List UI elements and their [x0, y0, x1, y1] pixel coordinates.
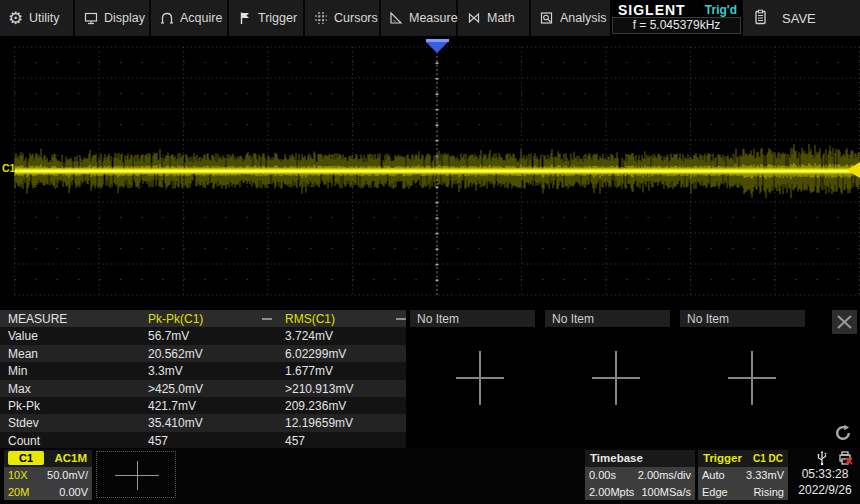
display-icon	[83, 10, 98, 27]
measure-column-rms[interactable]: RMS(C1)	[285, 312, 335, 326]
measure-column-pkpk[interactable]: Pk-Pk(C1)	[148, 312, 203, 326]
measure-row-mean: Mean20.562mV6.02299mV	[0, 345, 406, 362]
usb-icon	[818, 451, 827, 466]
channel-offset: 0.00V	[59, 484, 88, 501]
system-status-box: 05:33:28 2022/9/26	[790, 450, 860, 500]
measure-row-min: Min3.3mV1.677mV	[0, 362, 406, 379]
menu-item-display[interactable]: Display	[75, 0, 151, 36]
clock-date: 2022/9/26	[790, 483, 860, 497]
timebase-rate: 100MSa/s	[641, 484, 691, 501]
trigger-header: Trigger C1 DC	[698, 450, 788, 467]
timebase-delay: 0.00s	[589, 467, 616, 484]
timebase-box[interactable]: Timebase 0.00s 2.00ms/div 2.00Mpts 100MS…	[585, 450, 695, 500]
close-measure-panel-button[interactable]	[832, 310, 857, 334]
timebase-header: Timebase	[585, 450, 695, 467]
trigger-mode: Auto	[702, 467, 725, 484]
save-icon	[753, 9, 768, 28]
add-measure-slot-4-button[interactable]	[456, 351, 504, 405]
add-measure-slot-5-button[interactable]	[592, 351, 640, 405]
timebase-scale: 2.00ms/div	[638, 467, 691, 484]
save-label: SAVE	[782, 11, 816, 26]
printer-error-icon	[840, 452, 852, 464]
measure-icon	[389, 10, 403, 27]
measure-row-pkpk: Pk-Pk421.7mV209.236mV	[0, 397, 406, 414]
measure-title: MEASURE	[8, 312, 67, 326]
menu-item-measure[interactable]: Measure	[381, 0, 458, 36]
menu-item-label: Cursors	[334, 11, 378, 25]
menu-item-label: Math	[487, 11, 515, 25]
frequency-readout: f = 5.045379kHz	[612, 17, 741, 34]
status-bar: C1 AC1M 10X 50.0mV/ 20M 0.00V Timebase 0…	[0, 448, 860, 504]
refresh-icon	[834, 424, 852, 442]
channel-bandwidth: 20M	[8, 484, 29, 501]
acquire-icon	[159, 10, 174, 27]
close-icon	[832, 310, 857, 334]
measure-row-count: Count457457	[0, 432, 406, 449]
trigger-source: C1 DC	[753, 450, 783, 467]
channel-badge: C1	[8, 451, 44, 465]
menu-item-cursors[interactable]: Cursors	[305, 0, 381, 36]
measure-row-stdev: Stdev35.410mV12.19659mV	[0, 414, 406, 431]
timebase-points: 2.00Mpts	[589, 484, 634, 501]
refresh-statistics-button[interactable]	[834, 424, 852, 442]
trigger-status-badge: Trig'd	[705, 3, 737, 17]
measure-slot-6-header[interactable]: No Item	[680, 310, 805, 327]
menu-item-label: Display	[104, 11, 145, 25]
save-button[interactable]: SAVE	[743, 0, 860, 36]
menu-item-label: Measure	[409, 11, 458, 25]
menu-item-acquire[interactable]: Acquire	[151, 0, 229, 36]
channel-info-box[interactable]: C1 AC1M 10X 50.0mV/ 20M 0.00V	[4, 450, 92, 500]
measure-row-max: Max>425.0mV>210.913mV	[0, 380, 406, 397]
math-icon	[466, 10, 481, 27]
menu-item-math[interactable]: Math	[458, 0, 531, 36]
measure-slot-4-header[interactable]: No Item	[410, 310, 535, 327]
gear-icon: ⚙	[8, 10, 23, 27]
trigger-level: 3.33mV	[746, 467, 784, 484]
menu-item-label: Utility	[29, 11, 60, 25]
channel-offset-marker[interactable]: C1↓	[2, 162, 21, 174]
trigger-type: Edge	[702, 484, 728, 501]
measure-table-header: MEASURE Pk-Pk(C1) RMS(C1)	[0, 310, 406, 327]
cursors-icon	[313, 10, 328, 27]
measure-slot-5-header[interactable]: No Item	[545, 310, 670, 327]
remove-measure-rms-button[interactable]	[396, 318, 406, 320]
menu-item-label: Analysis	[560, 11, 607, 25]
clock-time: 05:33:28	[790, 467, 860, 481]
menu-item-analysis[interactable]: Analysis	[531, 0, 610, 36]
flag-icon	[237, 10, 252, 27]
measure-table: MEASURE Pk-Pk(C1) RMS(C1) Value56.7mV3.7…	[0, 310, 406, 449]
remove-measure-pkpk-button[interactable]	[262, 318, 272, 320]
menu-item-label: Trigger	[258, 11, 297, 25]
trigger-level-marker[interactable]	[847, 162, 860, 178]
analysis-icon	[539, 10, 554, 27]
brand-status-box: SIGLENT Trig'd f = 5.045379kHz	[610, 0, 743, 36]
channel-probe: 10X	[8, 467, 28, 484]
measure-panel: MEASURE Pk-Pk(C1) RMS(C1) Value56.7mV3.7…	[0, 308, 860, 448]
trigger-box[interactable]: Trigger C1 DC Auto 3.33mV Edge Rising	[698, 450, 788, 500]
menu-item-utility[interactable]: ⚙ Utility	[0, 0, 75, 36]
channel-scale: 50.0mV/	[47, 467, 88, 484]
measure-row-value: Value56.7mV3.724mV	[0, 327, 406, 344]
trigger-position-marker-triangle[interactable]	[426, 42, 448, 53]
waveform-display: C1↓	[0, 36, 860, 308]
channel-header: C1 AC1M	[4, 450, 92, 467]
menu-item-trigger[interactable]: Trigger	[229, 0, 305, 36]
graticule-and-trace	[0, 36, 860, 308]
menu-item-label: Acquire	[180, 11, 222, 25]
add-measure-slot-6-button[interactable]	[728, 351, 776, 405]
channel-coupling: AC1M	[54, 450, 87, 467]
add-channel-button[interactable]	[96, 451, 176, 498]
oscilloscope-screen: { "menu": { "items": [ { "label": "Utili…	[0, 0, 860, 504]
trigger-slope: Rising	[753, 484, 784, 501]
